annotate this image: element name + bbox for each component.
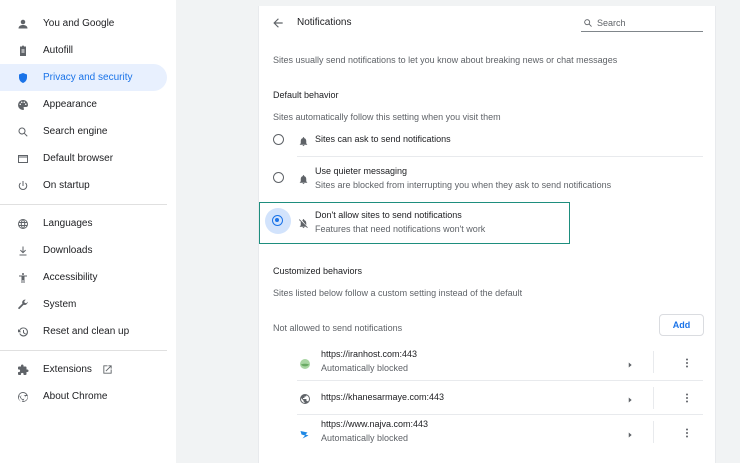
more-vert-icon[interactable] <box>681 426 693 438</box>
vertical-divider <box>653 421 654 443</box>
sidebar-item-about-chrome[interactable]: About Chrome <box>0 383 167 410</box>
sidebar-item-reset-and-clean-up[interactable]: Reset and clean up <box>0 318 167 345</box>
chrome-icon <box>17 391 29 403</box>
shield-icon <box>17 72 29 84</box>
sidebar-item-label: System <box>43 299 77 310</box>
sidebar-item-accessibility[interactable]: Accessibility <box>0 264 167 291</box>
option-title: Sites can ask to send notifications <box>315 134 451 144</box>
radio-quieter[interactable] <box>273 172 284 183</box>
panel-header: Notifications <box>259 6 717 40</box>
intro-text: Sites usually send notifications to let … <box>273 55 618 65</box>
sidebar-item-extensions[interactable]: Extensions <box>0 356 167 383</box>
palette-icon <box>17 99 29 111</box>
site-favicon <box>299 427 311 439</box>
option-title: Use quieter messaging <box>315 166 408 176</box>
chevron-right-icon[interactable] <box>625 357 635 368</box>
sidebar-item-label: About Chrome <box>43 391 108 402</box>
more-vert-icon[interactable] <box>681 391 693 403</box>
radio-allow-ask[interactable] <box>273 134 284 145</box>
sidebar-item-label: Search engine <box>43 126 108 137</box>
site-url: https://www.najva.com:443 <box>321 419 429 429</box>
accessibility-icon <box>17 272 29 284</box>
notifications-panel: Notifications Sites usually send notific… <box>258 6 716 463</box>
sidebar-item-label: Autofill <box>43 45 74 56</box>
browser-icon <box>17 153 29 165</box>
add-site-button[interactable]: Add <box>659 314 704 336</box>
sidebar-item-label: Appearance <box>43 99 97 110</box>
site-status: Automatically blocked <box>321 363 409 373</box>
back-arrow-icon[interactable] <box>271 16 285 30</box>
search-icon <box>584 19 592 27</box>
search-box[interactable] <box>581 15 703 32</box>
page-title: Notifications <box>297 17 352 28</box>
sidebar-item-label: You and Google <box>43 18 115 29</box>
sidebar-item-label: Languages <box>43 218 93 229</box>
sidebar-divider <box>0 350 167 351</box>
clipboard-icon <box>17 45 29 57</box>
sidebar-item-label: Reset and clean up <box>43 326 130 337</box>
search-input[interactable] <box>597 18 697 28</box>
bell-icon <box>298 172 309 185</box>
sidebar-divider <box>0 204 167 205</box>
reset-icon <box>17 326 29 338</box>
power-icon <box>17 180 29 192</box>
sidebar-item-default-browser[interactable]: Default browser <box>0 145 167 172</box>
more-vert-icon[interactable] <box>681 356 693 368</box>
bell-icon <box>298 134 309 147</box>
sidebar-item-label: Extensions <box>43 364 92 375</box>
chevron-right-icon[interactable] <box>625 427 635 438</box>
wrench-icon <box>17 299 29 311</box>
puzzle-icon <box>17 364 29 376</box>
site-status: Automatically blocked <box>321 433 409 443</box>
sidebar-item-label: Privacy and security <box>43 72 133 83</box>
sidebar-item-downloads[interactable]: Downloads <box>0 237 167 264</box>
sidebar: You and Google Autofill Privacy and secu… <box>0 0 176 463</box>
site-row[interactable]: https://khanesarmaye.com:443 <box>259 380 717 416</box>
site-url: https://khanesarmaye.com:443 <box>321 392 445 402</box>
sidebar-item-label: Default browser <box>43 153 114 164</box>
person-icon <box>17 18 29 30</box>
sidebar-item-label: Downloads <box>43 245 93 256</box>
customized-behaviors-heading: Customized behaviors <box>273 266 363 276</box>
sidebar-item-you-and-google[interactable]: You and Google <box>0 10 167 37</box>
vertical-divider <box>653 387 654 409</box>
option-subtitle: Features that need notifications won't w… <box>315 224 486 234</box>
default-behavior-heading: Default behavior <box>273 90 339 100</box>
option-title: Don't allow sites to send notifications <box>315 210 462 220</box>
default-behavior-subtitle: Sites automatically follow this setting … <box>273 112 501 122</box>
sidebar-item-label: Accessibility <box>43 272 98 283</box>
option-subtitle: Sites are blocked from interrupting you … <box>315 180 612 190</box>
download-icon <box>17 245 29 257</box>
sidebar-item-appearance[interactable]: Appearance <box>0 91 167 118</box>
vertical-divider <box>653 351 654 373</box>
globe-icon <box>299 392 311 404</box>
chevron-right-icon[interactable] <box>625 392 635 403</box>
sidebar-item-autofill[interactable]: Autofill <box>0 37 167 64</box>
row-divider <box>297 156 703 157</box>
radio-block[interactable] <box>272 215 283 226</box>
open-in-new-icon <box>102 364 113 375</box>
site-row[interactable]: https://iranhost.com:443 Automatically b… <box>259 344 717 380</box>
sidebar-item-privacy-and-security[interactable]: Privacy and security <box>0 64 167 91</box>
sidebar-item-search-engine[interactable]: Search engine <box>0 118 167 145</box>
customized-behaviors-subtitle: Sites listed below follow a custom setti… <box>273 288 523 298</box>
site-favicon <box>299 357 311 369</box>
globe-icon <box>17 218 29 230</box>
bell-off-icon <box>298 216 309 229</box>
search-icon <box>17 126 29 138</box>
sidebar-item-system[interactable]: System <box>0 291 167 318</box>
site-url: https://iranhost.com:443 <box>321 349 418 359</box>
not-allowed-label: Not allowed to send notifications <box>273 323 403 333</box>
sidebar-item-languages[interactable]: Languages <box>0 210 167 237</box>
site-row[interactable]: https://www.najva.com:443 Automatically … <box>259 414 717 450</box>
sidebar-item-on-startup[interactable]: On startup <box>0 172 167 199</box>
sidebar-item-label: On startup <box>43 180 90 191</box>
